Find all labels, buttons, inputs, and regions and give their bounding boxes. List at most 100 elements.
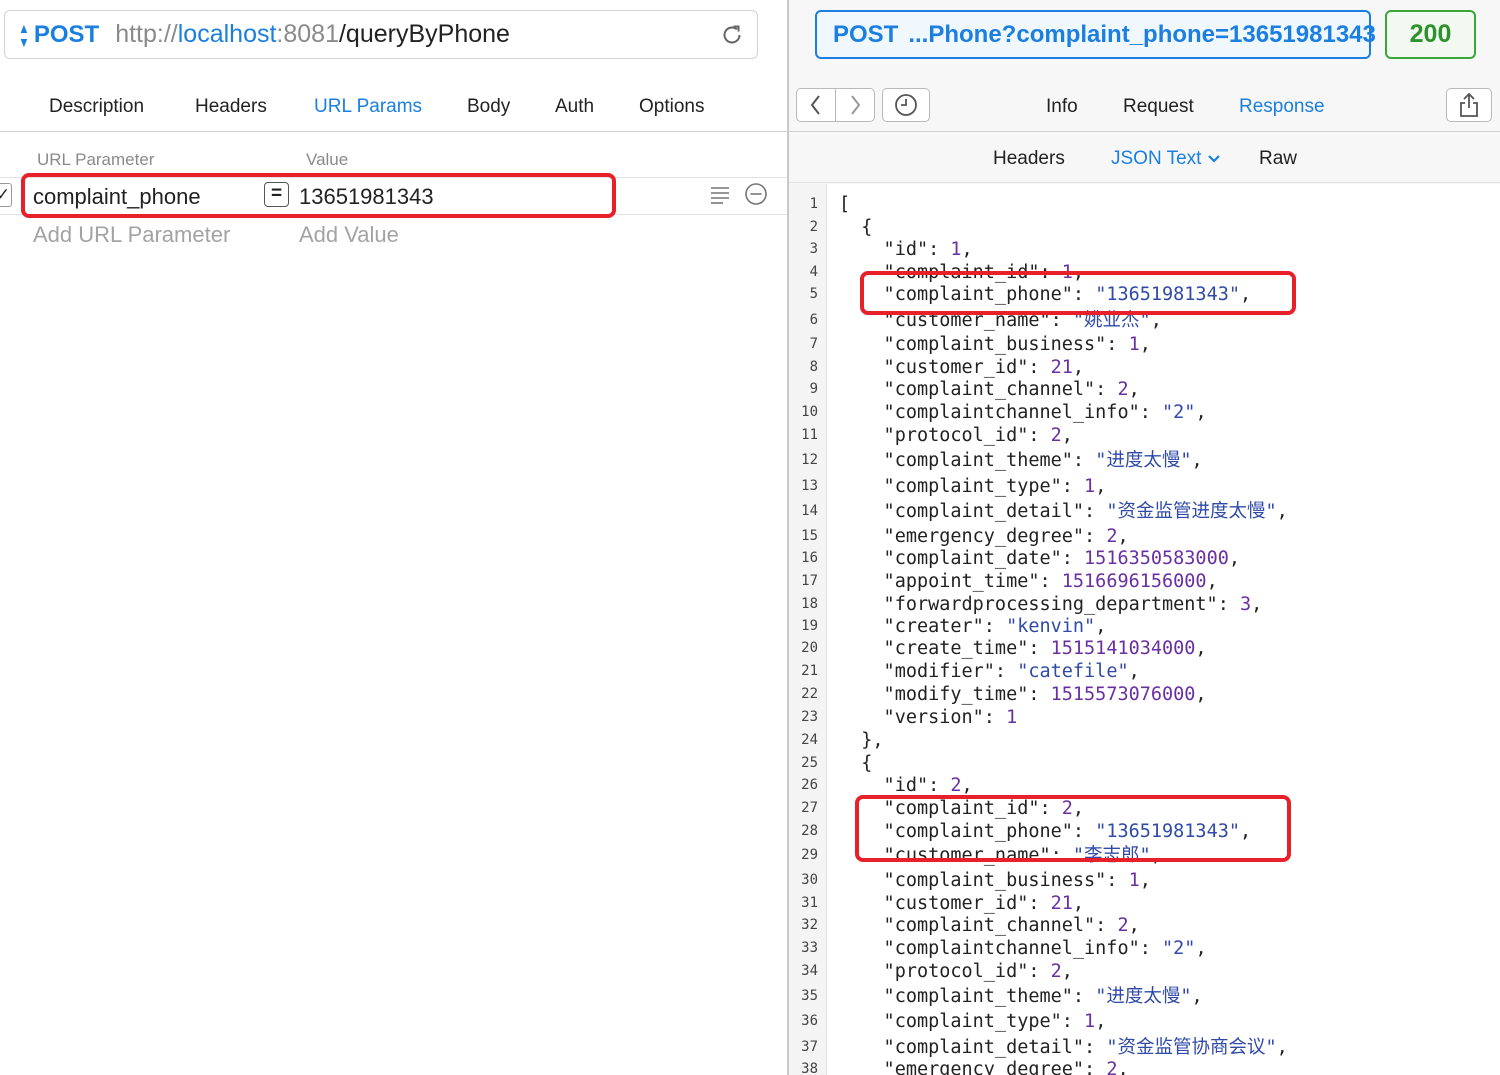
line-number: 32 [801,917,818,933]
json-token: "emergency_degree": [839,1059,1107,1075]
history-button[interactable] [882,88,930,122]
tab-description[interactable]: Description [49,96,144,118]
back-button[interactable] [796,88,836,122]
json-token: , [1150,310,1162,331]
line-number: 20 [801,640,818,656]
line-number: 15 [801,528,818,544]
json-token: "protocol_id": [839,961,1051,982]
json-token: , [1276,1037,1288,1058]
json-line: 21 "modifier": "catefile", [789,660,1500,683]
json-line: 11 "protocol_id": 2, [789,424,1500,447]
json-token: "id": [839,239,951,260]
json-token: , [1195,684,1207,705]
json-token: , [1117,526,1129,547]
equals-icon[interactable]: = [264,182,289,207]
line-number: 12 [801,452,818,468]
json-line-text: "complaint_phone": "13651981343", [839,283,1252,306]
json-line: 28 "complaint_phone": "13651981343", [789,820,1500,843]
minus-circle-icon[interactable] [744,182,768,206]
json-token: , [1228,548,1240,569]
line-number: 25 [801,755,818,771]
json-line: 7 "complaint_business": 1, [789,333,1500,356]
json-line-text: "complaint_type": 1, [839,1010,1107,1033]
tab-url-params[interactable]: URL Params [314,96,422,118]
share-button[interactable] [1446,88,1492,122]
json-token: "complaint_theme": [839,450,1096,471]
subtab-json-text[interactable]: JSON Text [1111,148,1221,170]
json-line-text: "protocol_id": 2, [839,960,1073,983]
share-icon [1460,92,1478,117]
request-pane: ▲ ▼ POST http://localhost:8081/queryByPho… [0,0,787,1075]
line-number: 9 [809,381,818,397]
tab-auth[interactable]: Auth [555,96,594,118]
tab-info[interactable]: Info [1046,96,1078,118]
tab-request[interactable]: Request [1123,96,1194,118]
subtab-raw[interactable]: Raw [1259,148,1297,170]
tab-response[interactable]: Response [1239,96,1325,118]
json-token: "complaint_channel": [839,915,1118,936]
param-enabled-checkbox[interactable]: ✓ [0,183,12,207]
json-line: 33 "complaintchannel_info": "2", [789,937,1500,960]
param-name-input[interactable]: complaint_phone [33,184,201,210]
json-token: , [1195,402,1207,423]
line-number: 33 [801,940,818,956]
tab-options[interactable]: Options [639,96,704,118]
reload-icon[interactable] [719,22,745,48]
json-line: 35 "complaint_theme": "进度太慢", [789,985,1500,1008]
json-line-text: "version": 1 [839,706,1018,729]
json-token: "complaint_detail": [839,1037,1107,1058]
summary-url: ...Phone?complaint_phone=13651981343 [908,20,1376,48]
json-token: , [1239,821,1252,842]
json-token: , [1072,357,1085,378]
json-token: "complaint_date": [839,548,1085,569]
json-token: "catefile" [1017,661,1129,682]
json-token: "kenvin" [1006,616,1096,637]
add-param-name-input[interactable]: Add URL Parameter [33,222,230,248]
json-token: "李志郎" [1072,845,1151,866]
method-selector[interactable]: ▲ ▼ POST [17,21,99,49]
json-token: 2 [1061,798,1073,819]
tab-body[interactable]: Body [467,96,510,118]
json-token: , [1139,334,1151,355]
tab-headers[interactable]: Headers [195,96,267,118]
request-summary[interactable]: POST ...Phone?complaint_phone=1365198134… [815,10,1376,59]
menu-lines-icon[interactable] [709,184,731,206]
json-line: 23 "version": 1 [789,706,1500,729]
param-value-column-header: Value [306,150,349,169]
json-token: "appoint_time": [839,571,1062,592]
json-token: "complaint_detail": [839,501,1107,522]
json-line: 2 { [789,216,1500,239]
url-bar[interactable]: ▲ ▼ POST http://localhost:8081/queryByPho… [4,10,758,59]
json-token: "complaint_business": [839,870,1129,891]
json-token: "id": [839,775,951,796]
param-value-input[interactable]: 13651981343 [299,184,434,210]
json-token: , [1139,870,1151,891]
json-line: 8 "customer_id": 21, [789,356,1500,379]
json-token: , [1072,262,1085,283]
json-line: 5 "complaint_phone": "13651981343", [789,283,1500,306]
json-line-text: "emergency_degree": 2, [839,1058,1129,1075]
json-token: "2" [1162,938,1196,959]
response-pane: POST ...Phone?complaint_phone=1365198134… [789,0,1500,1075]
json-line-text: "appoint_time": 1516696156000, [839,570,1218,593]
add-param-value-input[interactable]: Add Value [299,222,399,248]
json-line-text: "emergency_degree": 2, [839,525,1129,548]
subtab-headers[interactable]: Headers [993,148,1065,170]
json-token: , [1195,938,1207,959]
json-token: "姚业杰" [1072,310,1151,331]
url-field[interactable]: http://localhost:8081/queryByPhone [115,20,510,49]
json-token: 2 [1106,1059,1118,1075]
subtab-json-text-label: JSON Text [1111,148,1202,169]
method-label: POST [33,20,100,48]
json-line: 4 "complaint_id": 1, [789,261,1500,284]
summary-method: POST [833,20,899,48]
json-token: , [1251,594,1263,615]
line-number: 27 [801,800,818,816]
json-viewer[interactable]: 1[2 {3 "id": 1, 4 "complaint_id": 1, 5 "co… [789,184,1500,1075]
json-line-text: "id": 1, [839,238,973,261]
json-line-text: "modify_time": 1515573076000, [839,683,1207,706]
forward-button[interactable] [835,88,875,122]
json-line: 29 "customer_name": "李志郎", [789,844,1500,867]
json-token: "complaint_id": [839,798,1062,819]
json-line-text: "protocol_id": 2, [839,424,1073,447]
